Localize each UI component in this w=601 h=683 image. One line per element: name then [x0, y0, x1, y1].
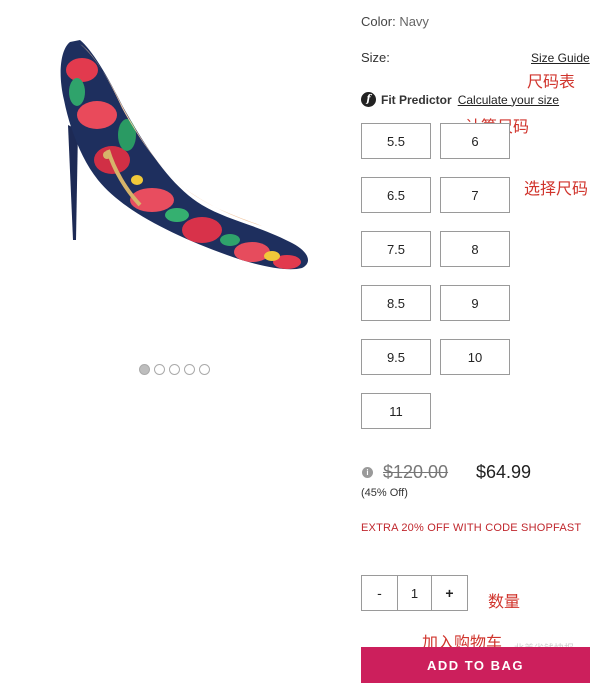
size-option[interactable]: 10 — [440, 339, 510, 375]
quantity-decrease-button[interactable]: - — [362, 576, 397, 610]
size-option[interactable]: 9 — [440, 285, 510, 321]
quantity-stepper: - 1 + — [361, 575, 468, 611]
size-option[interactable]: 7.5 — [361, 231, 431, 267]
color-selection: Color: Navy — [361, 14, 429, 29]
gallery-dot[interactable] — [169, 364, 180, 375]
size-option[interactable]: 9.5 — [361, 339, 431, 375]
product-image[interactable] — [52, 30, 312, 330]
size-option[interactable]: 11 — [361, 393, 431, 429]
calculate-size-link[interactable]: Calculate your size — [458, 93, 559, 107]
add-to-bag-button[interactable]: ADD TO BAG — [361, 647, 590, 683]
size-label: Size: — [361, 50, 390, 65]
size-option[interactable]: 8.5 — [361, 285, 431, 321]
sale-price: $64.99 — [476, 462, 532, 482]
gallery-dot[interactable] — [154, 364, 165, 375]
size-option[interactable]: 8 — [440, 231, 510, 267]
quantity-increase-button[interactable]: + — [432, 576, 467, 610]
color-value: Navy — [399, 14, 429, 29]
annotation-size-chart: 尺码表 — [527, 72, 576, 91]
fit-predictor-icon: f — [361, 92, 376, 107]
gallery-dots — [139, 364, 210, 375]
size-guide-link[interactable]: Size Guide — [531, 51, 590, 65]
annotation-choose-size: 选择尺码 — [524, 179, 589, 198]
size-option[interactable]: 6 — [440, 123, 510, 159]
annotation-quantity: 数量 — [488, 592, 521, 611]
discount-percent: (45% Off) — [361, 487, 408, 499]
color-label: Color: — [361, 14, 396, 29]
price-info-icon[interactable]: i — [362, 467, 373, 478]
fit-predictor: f Fit Predictor Calculate your size — [361, 92, 559, 107]
size-option[interactable]: 6.5 — [361, 177, 431, 213]
size-option[interactable]: 5.5 — [361, 123, 431, 159]
quantity-input[interactable]: 1 — [397, 576, 432, 610]
gallery-dot[interactable] — [184, 364, 195, 375]
gallery-dot[interactable] — [139, 364, 150, 375]
fit-predictor-title: Fit Predictor — [381, 92, 452, 107]
original-price: $120.00 — [383, 462, 449, 482]
product-gallery — [0, 0, 345, 400]
gallery-dot[interactable] — [199, 364, 210, 375]
promo-message: EXTRA 20% OFF WITH CODE SHOPFAST — [361, 522, 582, 534]
size-option[interactable]: 7 — [440, 177, 510, 213]
